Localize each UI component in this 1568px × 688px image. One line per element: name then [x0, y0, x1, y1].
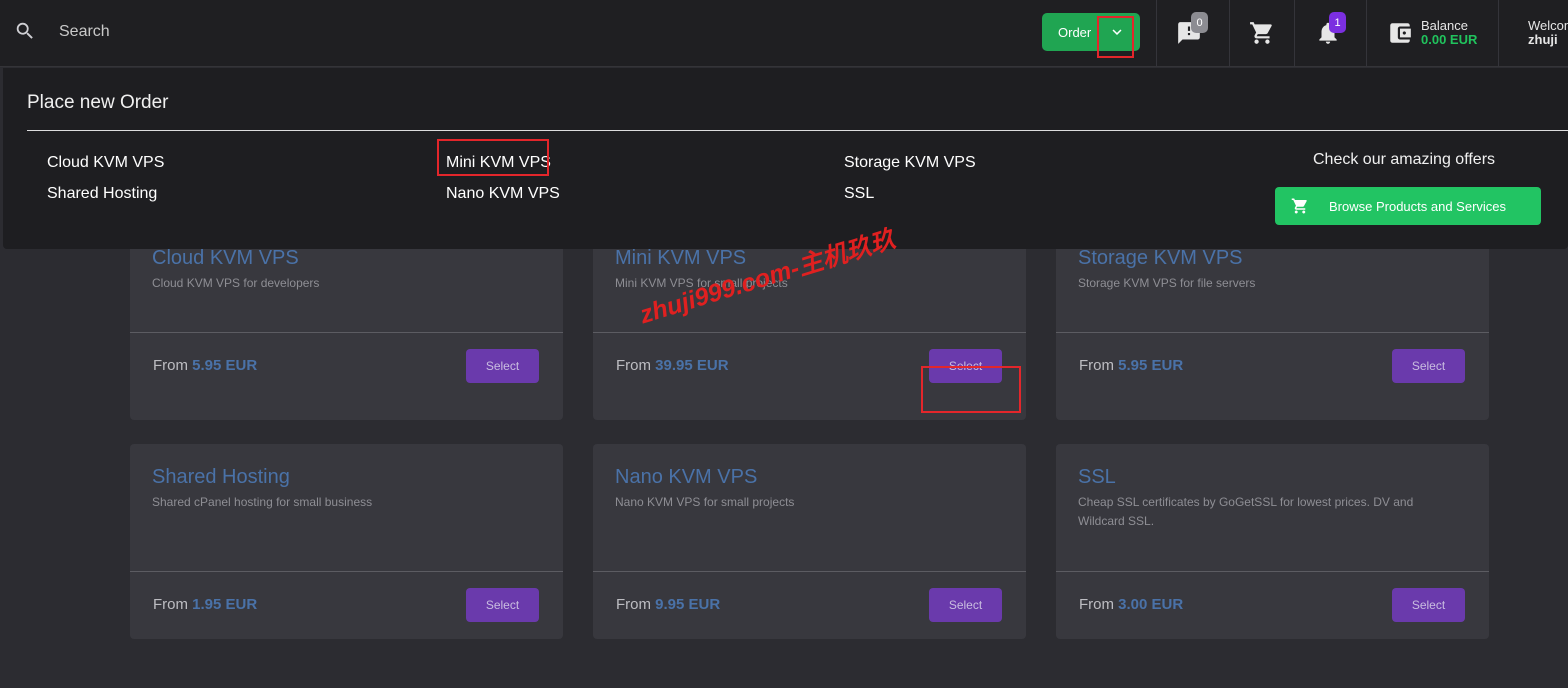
tickets-badge: 0 [1191, 12, 1208, 33]
balance-label: Balance [1421, 18, 1468, 33]
card-description: Cheap SSL certificates by GoGetSSL for l… [1078, 495, 1414, 528]
dropdown-title: Place new Order [27, 92, 169, 113]
top-bar: Order 0 1 Balance 0.00 EUR Welcome zhuji [0, 0, 1568, 67]
card-description: Cloud KVM VPS for developers [152, 276, 320, 290]
highlight-box-mini-kvm [437, 139, 549, 176]
search-box[interactable] [14, 18, 359, 47]
price-value: 1.95 EUR [192, 596, 258, 613]
card-price: From 39.95 EUR [616, 357, 729, 374]
card-price: From 3.00 EUR [1079, 596, 1183, 613]
card-title[interactable]: SSL [1078, 466, 1116, 489]
cart-icon[interactable] [1249, 20, 1275, 46]
balance-amount: 0.00 EUR [1421, 32, 1478, 47]
highlight-box-order-chevron [1097, 16, 1134, 58]
select-button[interactable]: Select [929, 588, 1002, 622]
card-title[interactable]: Storage KVM VPS [1078, 247, 1243, 270]
offers-text: Check our amazing offers [1313, 151, 1496, 168]
menu-item-storage-kvm[interactable]: Storage KVM VPS [844, 154, 976, 172]
divider [593, 571, 1026, 572]
card-title[interactable]: Cloud KVM VPS [152, 247, 299, 270]
divider [1498, 0, 1499, 67]
wallet-icon[interactable] [1387, 20, 1413, 46]
price-value: 5.95 EUR [192, 357, 258, 374]
select-button[interactable]: Select [1392, 588, 1465, 622]
product-card-ssl: SSL Cheap SSL certificates by GoGetSSL f… [1056, 444, 1489, 639]
card-description: Storage KVM VPS for file servers [1078, 276, 1256, 290]
divider [1366, 0, 1367, 67]
order-dropdown: Place new Order Cloud KVM VPS Shared Hos… [3, 68, 1568, 249]
select-button[interactable]: Select [466, 588, 539, 622]
username: zhuji [1528, 32, 1558, 47]
divider [130, 332, 563, 333]
from-label: From [616, 357, 651, 374]
card-price: From 5.95 EUR [1079, 357, 1183, 374]
card-price: From 9.95 EUR [616, 596, 720, 613]
divider [593, 332, 1026, 333]
search-icon[interactable] [14, 20, 36, 47]
select-button[interactable]: Select [1392, 349, 1465, 383]
menu-item-shared-hosting[interactable]: Shared Hosting [47, 185, 157, 203]
divider [27, 130, 1568, 131]
price-value: 9.95 EUR [655, 596, 721, 613]
balance-display[interactable]: Balance 0.00 EUR [1421, 19, 1477, 47]
price-value: 3.00 EUR [1118, 596, 1184, 613]
divider [130, 571, 563, 572]
browse-products-button[interactable]: Browse Products and Services [1275, 187, 1541, 225]
menu-item-cloud-kvm[interactable]: Cloud KVM VPS [47, 154, 164, 172]
select-button[interactable]: Select [466, 349, 539, 383]
from-label: From [153, 357, 188, 374]
divider [1056, 571, 1489, 572]
highlight-box-select [921, 366, 1021, 413]
user-menu[interactable]: Welcome zhuji [1528, 19, 1568, 47]
menu-item-nano-kvm[interactable]: Nano KVM VPS [446, 185, 560, 203]
from-label: From [1079, 596, 1114, 613]
menu-item-ssl[interactable]: SSL [844, 185, 874, 203]
card-title[interactable]: Nano KVM VPS [615, 466, 757, 489]
divider [1294, 0, 1295, 67]
price-value: 5.95 EUR [1118, 357, 1184, 374]
cart-icon [1291, 198, 1307, 214]
welcome-label: Welcome [1528, 18, 1568, 33]
product-card-storage-kvm: Storage KVM VPS Storage KVM VPS for file… [1056, 225, 1489, 420]
browse-button-label: Browse Products and Services [1329, 198, 1507, 214]
product-card-nano-kvm: Nano KVM VPS Nano KVM VPS for small proj… [593, 444, 1026, 639]
divider [1229, 0, 1230, 67]
card-description: Nano KVM VPS for small projects [615, 495, 795, 509]
price-value: 39.95 EUR [655, 357, 729, 374]
from-label: From [616, 596, 651, 613]
order-button-label: Order [1058, 24, 1092, 40]
divider [1156, 0, 1157, 67]
card-title[interactable]: Shared Hosting [152, 466, 290, 489]
card-price: From 5.95 EUR [153, 357, 257, 374]
divider [1056, 332, 1489, 333]
card-title[interactable]: Mini KVM VPS [615, 247, 746, 270]
card-price: From 1.95 EUR [153, 596, 257, 613]
search-input[interactable] [59, 18, 359, 46]
from-label: From [1079, 357, 1114, 374]
notifications-badge: 1 [1329, 12, 1346, 33]
from-label: From [153, 596, 188, 613]
product-card-cloud-kvm: Cloud KVM VPS Cloud KVM VPS for develope… [130, 225, 563, 420]
product-card-shared-hosting: Shared Hosting Shared cPanel hosting for… [130, 444, 563, 639]
card-description: Shared cPanel hosting for small business [152, 495, 373, 509]
